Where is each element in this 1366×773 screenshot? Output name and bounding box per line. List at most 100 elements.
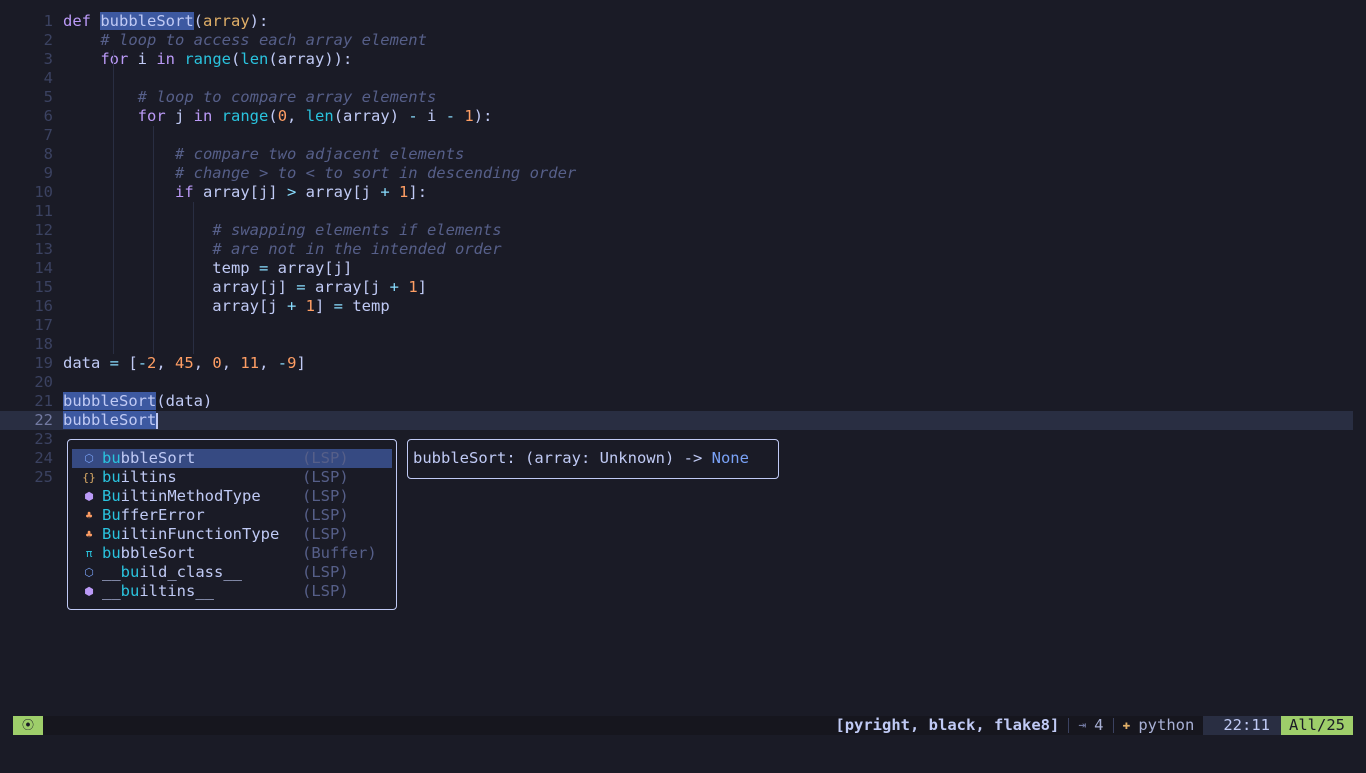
line-number: 17 (34, 316, 53, 334)
completion-item[interactable]: ⬡ bubbleSort (LSP) (72, 449, 392, 468)
line-number: 23 (34, 430, 53, 448)
class-icon: ⬢ (84, 490, 94, 503)
code-token: # loop to compare array elements (137, 88, 437, 106)
code-token: ]: (408, 183, 428, 201)
code-token: (array)): (268, 50, 353, 68)
code-token: len (240, 50, 269, 68)
completion-match: bu (102, 449, 121, 467)
code-token: for (137, 107, 166, 125)
code-line[interactable]: 19 data = [-2, 45, 0, 11, -9] (0, 354, 1366, 373)
code-text: # compare two adjacent elements (63, 145, 464, 163)
indent-guide (193, 316, 194, 335)
code-line[interactable]: 21 bubbleSort(data) (0, 392, 1366, 411)
indent-guide (193, 278, 194, 297)
code-line[interactable]: 6 for j in range(0, len(array) - i - 1): (0, 107, 1366, 126)
code-text: if array[j] > array[j + 1]: (63, 183, 427, 201)
line-number: 9 (43, 164, 53, 182)
completion-match: Bu (102, 506, 121, 524)
line-number: 10 (34, 183, 53, 201)
editor[interactable]: 1 def bubbleSort(array): 2 # loop to acces… (0, 12, 1366, 487)
code-token: 11 (240, 354, 260, 372)
code-token: 1 (464, 107, 474, 125)
line-number: 14 (34, 259, 53, 277)
line-number: 11 (34, 202, 53, 220)
completion-item[interactable]: ♣ BufferError (LSP) (72, 506, 392, 525)
code-token: = (333, 297, 344, 315)
code-token: i (417, 107, 446, 125)
indent-guide (193, 240, 194, 259)
line-number: 15 (34, 278, 53, 296)
code-line[interactable]: 17 (0, 316, 1366, 335)
code-token: ): (473, 107, 493, 125)
code-line[interactable]: 10 if array[j] > array[j + 1]: (0, 183, 1366, 202)
indent-guide (113, 164, 114, 183)
code-line[interactable]: 7 (0, 126, 1366, 145)
indent-size: 4 (1094, 716, 1104, 734)
code-text: # loop to access each array element (63, 31, 427, 49)
code-line[interactable]: 3 for i in range(len(array)): (0, 50, 1366, 69)
indent-guide (113, 69, 114, 88)
line-number: 19 (34, 354, 53, 372)
indent-guide (113, 221, 114, 240)
code-line[interactable]: 20 (0, 373, 1366, 392)
code-text: def bubbleSort(array): (63, 12, 268, 30)
indent-guide (113, 126, 114, 145)
code-token: ): (249, 12, 269, 30)
completion-item[interactable]: ⬢ __builtins__ (LSP) (72, 582, 392, 601)
indent-guide (153, 183, 154, 202)
code-token: j (165, 107, 194, 125)
completion-menu[interactable]: ⬡ bubbleSort (LSP){} builtins (LSP) ⬢ BuiltinM… (67, 439, 397, 610)
code-token: range (221, 107, 269, 125)
indent-guide (113, 259, 114, 278)
code-line[interactable]: 14 temp = array[j] (0, 259, 1366, 278)
code-line[interactable]: 18 (0, 335, 1366, 354)
completion-rest: bbleSort (120, 544, 196, 562)
mode-icon: ⦿ (13, 716, 43, 735)
code-line[interactable]: 1 def bubbleSort(array): (0, 12, 1366, 31)
code-line[interactable]: 16 array[j + 1] = temp (0, 297, 1366, 316)
completion-source: (LSP) (302, 506, 349, 524)
completion-rest: iltinMethodType (120, 487, 261, 505)
indent-guide (113, 335, 114, 354)
code-token: temp (343, 297, 390, 315)
code-token: = (258, 259, 269, 277)
line-number: 7 (43, 126, 53, 144)
indent-icon: ⇥ (1078, 718, 1087, 733)
method-icon: ⬡ (84, 566, 94, 579)
code-line[interactable]: 4 (0, 69, 1366, 88)
code-token: ] (417, 278, 428, 296)
completion-rest: fferError (120, 506, 205, 524)
code-line[interactable]: 11 (0, 202, 1366, 221)
completion-item[interactable]: {} builtins (LSP) (72, 468, 392, 487)
completion-source: (LSP) (302, 582, 349, 600)
code-line[interactable]: 5 # loop to compare array elements (0, 88, 1366, 107)
code-token: array[j] (268, 259, 353, 277)
code-line[interactable]: 15 array[j] = array[j + 1] (0, 278, 1366, 297)
line-number: 1 (43, 12, 53, 30)
indent-guide (153, 240, 154, 259)
code-line[interactable]: 8 # compare two adjacent elements (0, 145, 1366, 164)
code-line[interactable]: 13 # are not in the intended order (0, 240, 1366, 259)
code-token: # are not in the intended order (212, 240, 502, 258)
indent-guide (193, 202, 194, 221)
code-token: in (193, 107, 213, 125)
completion-item[interactable]: ⬢ BuiltinMethodType (LSP) (72, 487, 392, 506)
indent-guide (193, 335, 194, 354)
code-line[interactable]: 2 # loop to access each array element (0, 31, 1366, 50)
code-line[interactable]: 12 # swapping elements if elements (0, 221, 1366, 240)
completion-item[interactable]: ⬡ __build_class__ (LSP) (72, 563, 392, 582)
completion-item[interactable]: π bubbleSort (Buffer) (72, 544, 392, 563)
code-line[interactable]: 22 bubbleSort (0, 411, 1353, 430)
code-token: - (137, 354, 148, 372)
python-icon: ✚ (1122, 718, 1131, 733)
completion-rest: iltins (120, 468, 177, 486)
indent-guide (153, 126, 154, 145)
code-token: = (296, 278, 306, 296)
code-token: ( (231, 50, 241, 68)
code-text: for j in range(0, len(array) - i - 1): (63, 107, 493, 125)
code-line[interactable]: 9 # change > to < to sort in descending … (0, 164, 1366, 183)
code-text: # are not in the intended order (63, 240, 502, 258)
completion-item[interactable]: ♣ BuiltinFunctionType (LSP) (72, 525, 392, 544)
